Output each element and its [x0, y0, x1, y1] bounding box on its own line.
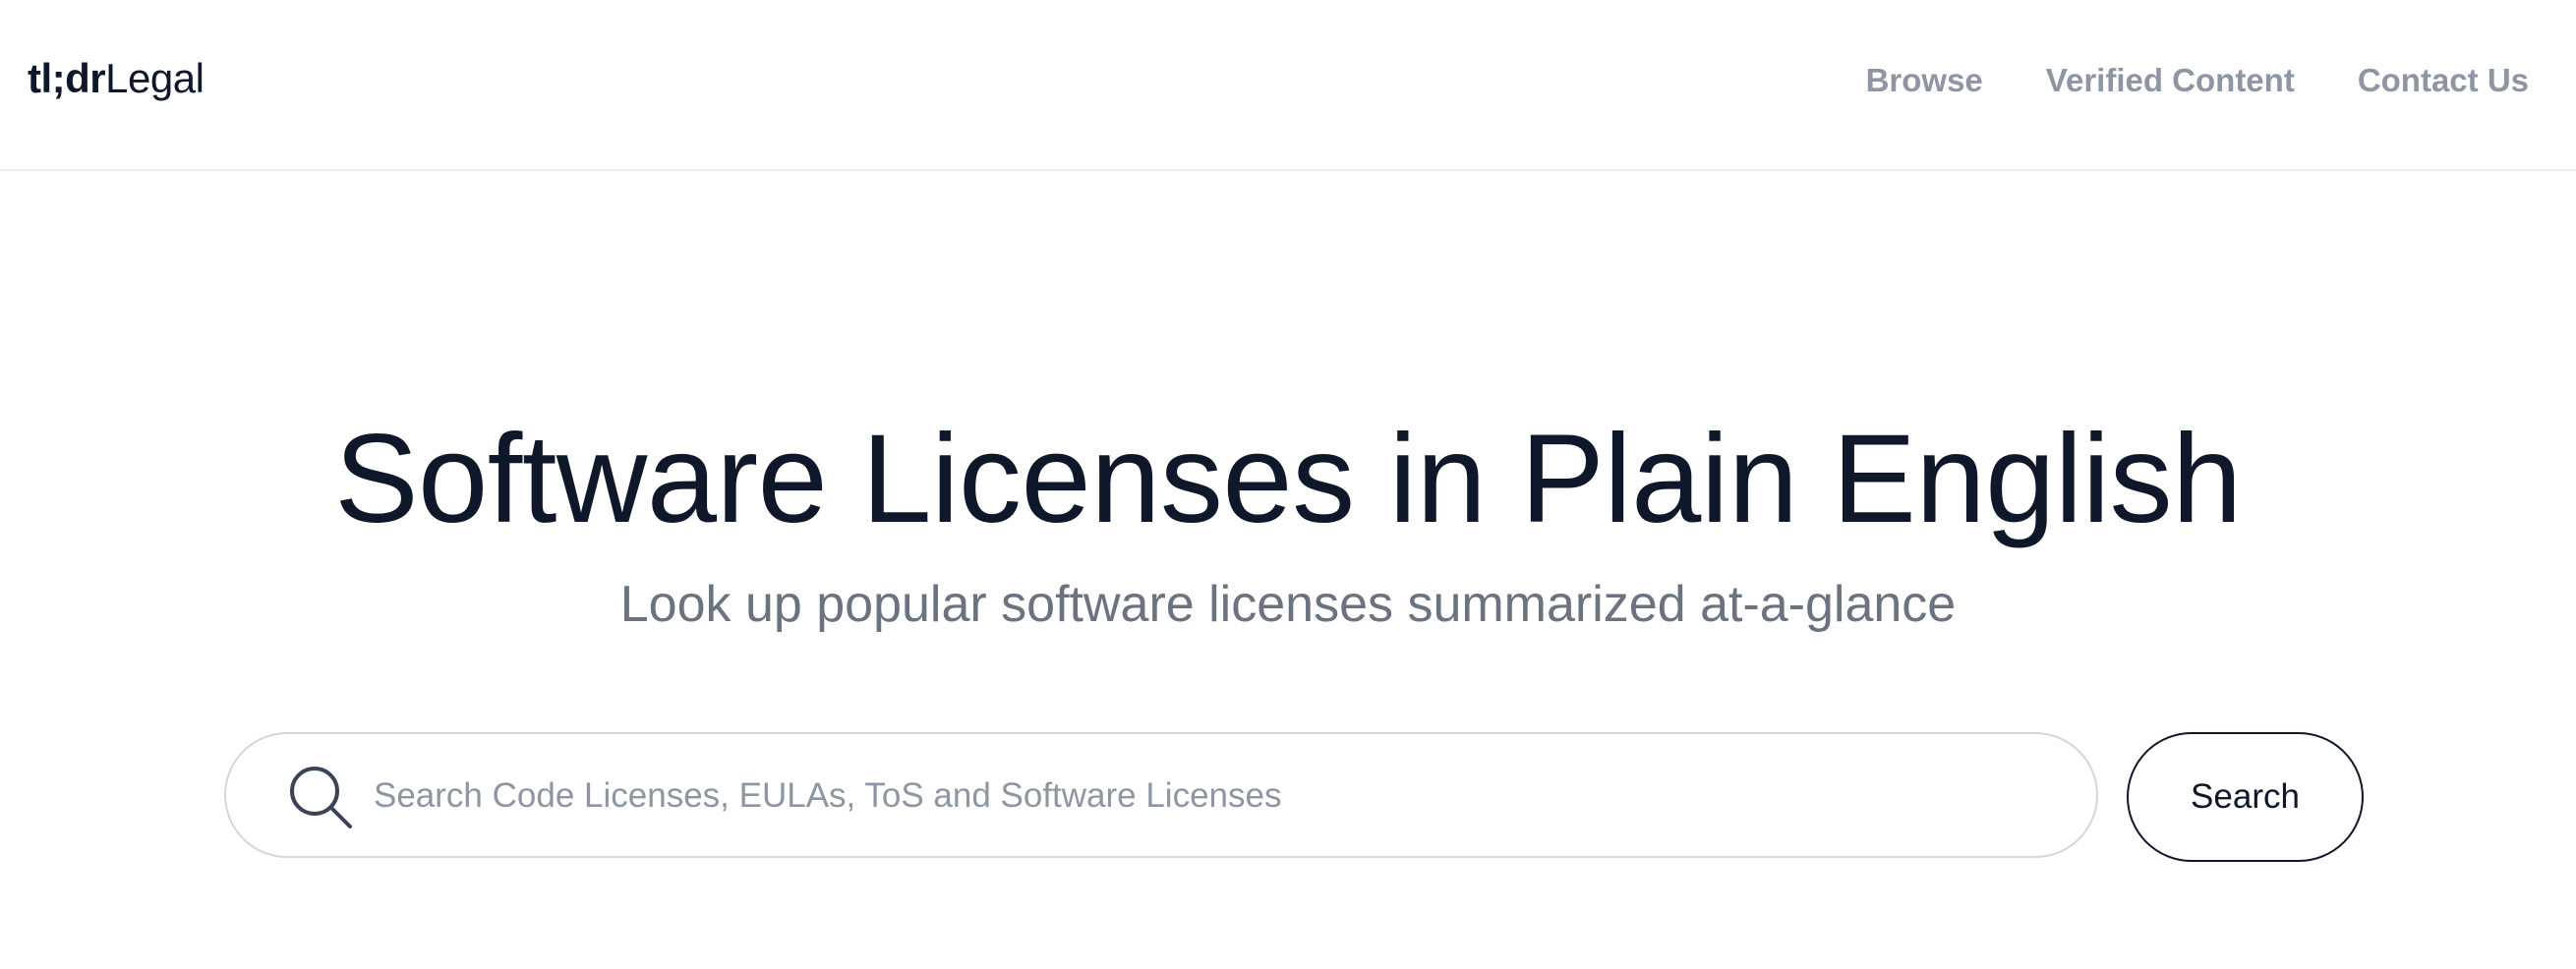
nav-link-browse[interactable]: Browse: [1866, 59, 1983, 102]
main-nav: Browse Verified Content Contact Us: [1866, 59, 2529, 102]
nav-link-contact-us[interactable]: Contact Us: [2358, 59, 2529, 102]
page: tl;drLegal Browse Verified Content Conta…: [0, 0, 2576, 969]
logo-light-text: Legal: [105, 55, 205, 101]
hero-subtitle: Look up popular software licenses summar…: [619, 576, 1957, 633]
search-icon: [287, 764, 354, 830]
site-header: tl;drLegal Browse Verified Content Conta…: [0, 0, 2576, 171]
logo-bold-text: tl;dr: [28, 55, 106, 101]
search-button[interactable]: Search: [2127, 732, 2364, 862]
search-box[interactable]: [224, 732, 2098, 858]
nav-link-verified-content[interactable]: Verified Content: [2046, 59, 2295, 102]
hero-title: Software Licenses in Plain English: [334, 409, 2242, 549]
logo[interactable]: tl;drLegal: [28, 51, 205, 106]
search-input[interactable]: [374, 758, 2045, 834]
